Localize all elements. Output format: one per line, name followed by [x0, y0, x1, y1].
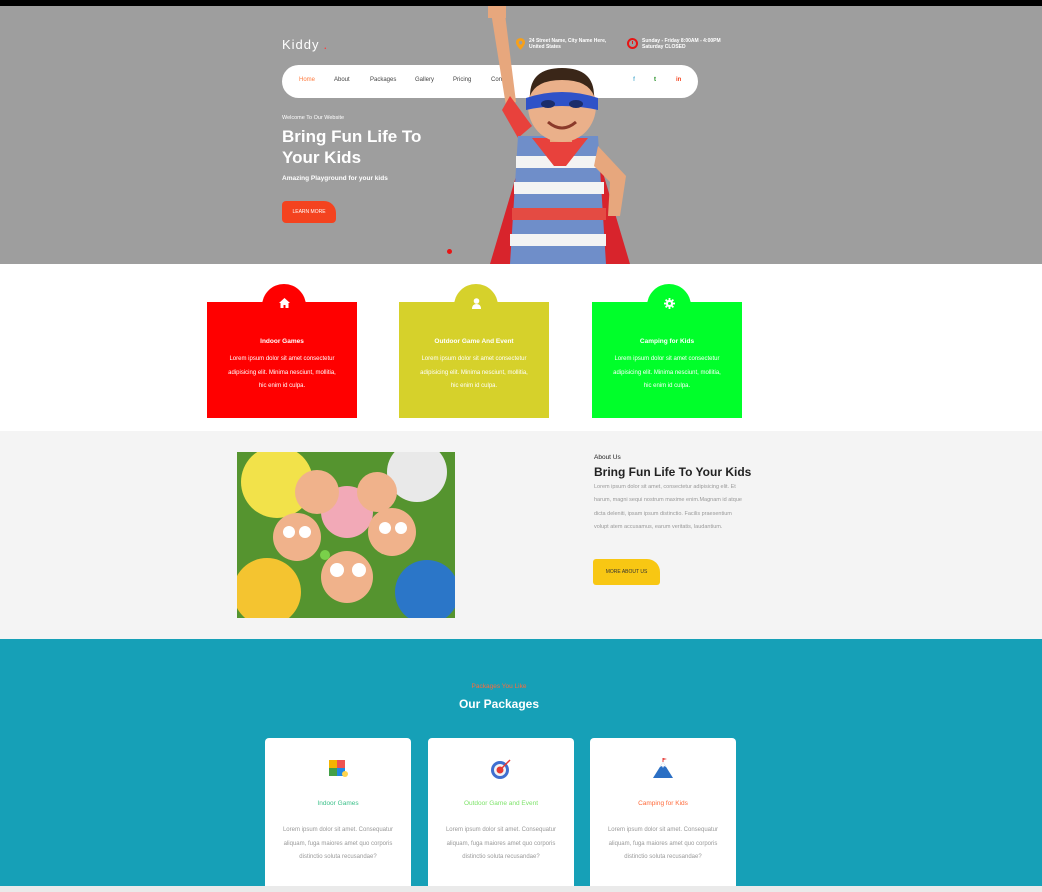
about-title: Bring Fun Life To Your Kids	[594, 465, 752, 479]
feature-title: Indoor Games	[260, 338, 304, 345]
package-text: Lorem ipsum dolor sit amet. Consequatur …	[282, 827, 394, 860]
package-card-outdoor[interactable]: Outdoor Game and Event Lorem ipsum dolor…	[428, 738, 574, 892]
package-name: Indoor Games	[317, 800, 359, 807]
about-label: About Us	[594, 454, 621, 461]
feature-title: Camping for Kids	[639, 338, 695, 345]
home-icon	[278, 298, 290, 308]
feature-tab	[454, 284, 498, 320]
learn-more-button[interactable]: LEARN MORE	[282, 201, 336, 223]
feature-tab	[647, 284, 691, 320]
mountain-icon	[653, 758, 673, 778]
packages-label: Packages You Like	[471, 683, 527, 690]
feature-text: Lorem ipsum dolor sit amet consectetur a…	[613, 356, 721, 389]
logo-text: Kiddy	[282, 37, 320, 52]
features-section: Indoor Games Lorem ipsum dolor sit amet …	[0, 264, 1042, 431]
package-text: Lorem ipsum dolor sit amet. Consequatur …	[607, 827, 719, 860]
slider-dot[interactable]	[447, 249, 452, 254]
page-bottom-strip	[0, 886, 1042, 892]
packages-title: Our Packages	[458, 697, 540, 711]
package-card-camping[interactable]: Camping for Kids Lorem ipsum dolor sit a…	[590, 738, 736, 892]
about-section: About Us Bring Fun Life To Your Kids Lor…	[0, 431, 1042, 639]
twitter-icon[interactable]: t	[654, 77, 656, 83]
feature-card-indoor[interactable]: Indoor Games Lorem ipsum dolor sit amet …	[207, 284, 357, 418]
nav-pricing[interactable]: Pricing	[453, 77, 471, 83]
more-about-us-button[interactable]: MORE ABOUT US	[593, 559, 660, 585]
gear-icon	[663, 298, 675, 309]
nav-packages[interactable]: Packages	[370, 77, 396, 83]
nav-about[interactable]: About	[334, 77, 350, 83]
nav-gallery[interactable]: Gallery	[415, 77, 434, 83]
hero-subtitle: Amazing Playground for your kids	[282, 175, 388, 182]
feature-title: Outdoor Game And Event	[434, 338, 514, 345]
hours-line-2: Saturday CLOSED	[642, 44, 686, 50]
feature-text: Lorem ipsum dolor sit amet consectetur a…	[420, 356, 528, 389]
hero-section: Kiddy. 24 Street Name, City Name Here, U…	[0, 6, 1042, 264]
feature-tab	[262, 284, 306, 320]
target-icon	[491, 759, 511, 779]
packages-section: Packages You Like Our Packages Indoor Ga…	[0, 639, 1042, 892]
package-text: Lorem ipsum dolor sit amet. Consequatur …	[445, 827, 557, 860]
site-logo[interactable]: Kiddy.	[282, 37, 328, 52]
package-card-indoor[interactable]: Indoor Games Lorem ipsum dolor sit amet.…	[265, 738, 411, 892]
puzzle-icon	[329, 760, 348, 777]
nav-home[interactable]: Home	[299, 77, 315, 83]
package-name: Outdoor Game and Event	[463, 800, 539, 807]
linkedin-icon[interactable]: in	[676, 77, 681, 83]
about-text: Lorem ipsum dolor sit amet, consectetur …	[594, 484, 742, 530]
feature-card-outdoor[interactable]: Outdoor Game And Event Lorem ipsum dolor…	[399, 284, 549, 418]
about-kids-photo	[237, 452, 455, 618]
logo-dot: .	[323, 37, 329, 52]
hero-kid-image	[488, 6, 630, 264]
user-icon	[471, 298, 481, 309]
welcome-text: Welcome To Our Website	[282, 115, 345, 121]
hero-title: Bring Fun Life To Your Kids	[282, 127, 422, 167]
feature-text: Lorem ipsum dolor sit amet consectetur a…	[228, 356, 336, 389]
feature-card-camping[interactable]: Camping for Kids Lorem ipsum dolor sit a…	[592, 284, 742, 418]
package-name: Camping for Kids	[638, 800, 688, 807]
